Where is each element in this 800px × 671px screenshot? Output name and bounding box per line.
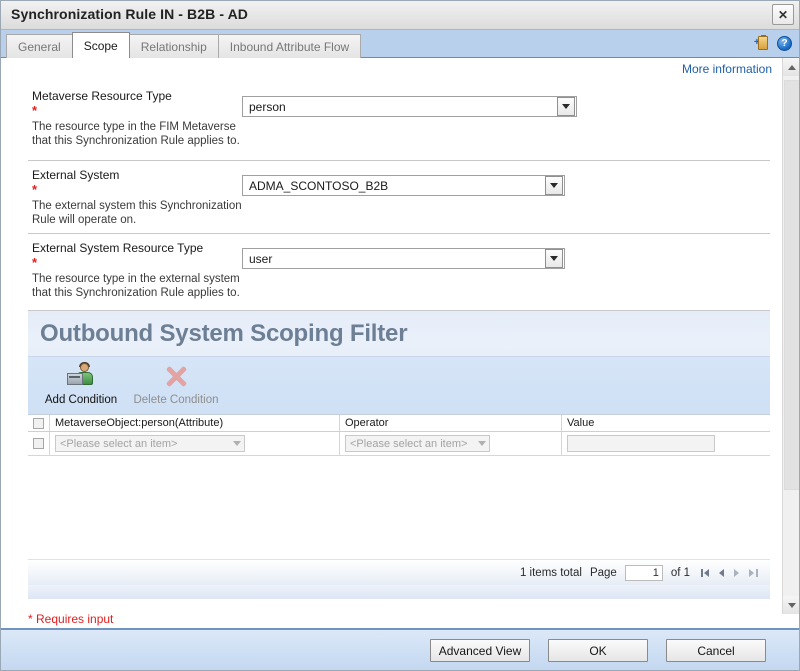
more-information-link[interactable]: More information <box>682 62 772 76</box>
required-marker: * <box>32 257 243 269</box>
grid-header-row: MetaverseObject:person(Attribute) Operat… <box>28 415 770 432</box>
operator-select-value: <Please select an item> <box>346 438 475 450</box>
field-description: The external system this Synchronization… <box>32 199 243 227</box>
field-row-external-system-resource-type: External System Resource Type * The reso… <box>28 234 770 311</box>
tab-scope[interactable]: Scope <box>72 32 130 58</box>
field-row-metaverse-resource-type: Metaverse Resource Type * The resource t… <box>28 82 770 161</box>
requires-input-note: * Requires input <box>28 612 113 626</box>
required-marker: * <box>32 184 243 196</box>
column-header-operator[interactable]: Operator <box>340 415 562 431</box>
cell-attribute: <Please select an item> <box>50 432 340 455</box>
required-marker: * <box>32 105 243 117</box>
items-total-label: 1 items total <box>520 567 582 579</box>
field-left: External System * The external system th… <box>28 161 243 236</box>
row-checkbox[interactable] <box>33 438 44 449</box>
last-page-icon[interactable] <box>746 567 758 579</box>
close-icon[interactable]: ✕ <box>772 4 794 25</box>
ok-button[interactable]: OK <box>548 639 648 662</box>
delete-condition-label: Delete Condition <box>126 394 226 406</box>
scrollbar-thumb[interactable] <box>784 80 800 490</box>
delete-condition-icon <box>126 361 226 391</box>
content-pane: More information Metaverse Resource Type… <box>0 58 782 614</box>
select-value: ADMA_SCONTOSO_B2B <box>243 179 545 193</box>
chevron-down-icon[interactable] <box>545 249 563 268</box>
page-of-label: of 1 <box>671 567 690 579</box>
page-number-input[interactable]: 1 <box>625 565 663 581</box>
field-row-external-system: External System * The external system th… <box>28 161 770 234</box>
attribute-select-value: <Please select an item> <box>56 438 230 450</box>
select-value: user <box>243 252 545 266</box>
field-description: The resource type in the FIM Metaverse t… <box>32 120 243 148</box>
column-header-attribute[interactable]: MetaverseObject:person(Attribute) <box>50 415 340 431</box>
external-system-select[interactable]: ADMA_SCONTOSO_B2B <box>242 175 565 196</box>
conditions-grid: MetaverseObject:person(Attribute) Operat… <box>28 414 770 599</box>
select-all-checkbox[interactable] <box>33 418 44 429</box>
field-left: External System Resource Type * The reso… <box>28 234 243 309</box>
advanced-view-button[interactable]: Advanced View <box>430 639 530 662</box>
scoping-filter-title: Outbound System Scoping Filter <box>40 320 407 348</box>
operator-select[interactable]: <Please select an item> <box>345 435 490 452</box>
board-glyph <box>758 36 768 50</box>
previous-page-icon[interactable] <box>716 567 728 579</box>
chevron-down-icon[interactable] <box>545 176 563 195</box>
cell-operator: <Please select an item> <box>340 432 562 455</box>
next-page-icon[interactable] <box>731 567 743 579</box>
delete-condition-button[interactable]: Delete Condition <box>126 361 226 406</box>
column-header-value[interactable]: Value <box>562 415 769 431</box>
tab-inbound-attribute-flow[interactable]: Inbound Attribute Flow <box>218 34 361 58</box>
grid-pagination: 1 items total Page 1 of 1 <box>28 559 770 585</box>
scoping-filter-section: Outbound System Scoping Filter Add Condi… <box>28 311 770 599</box>
cancel-button[interactable]: Cancel <box>666 639 766 662</box>
cell-value <box>562 432 769 455</box>
form-area: Metaverse Resource Type * The resource t… <box>0 82 782 311</box>
chevron-down-icon[interactable] <box>557 97 575 116</box>
first-page-icon[interactable] <box>701 567 713 579</box>
clipped-toolbar-text: — — — —— <box>108 594 172 599</box>
select-value: person <box>243 100 557 114</box>
help-icon[interactable]: ? <box>777 36 792 51</box>
scroll-up-icon[interactable] <box>783 58 800 76</box>
tab-strip-actions: + ? <box>754 35 792 51</box>
table-row: <Please select an item> <Please select a… <box>28 432 770 456</box>
row-select-cell <box>28 432 50 455</box>
value-input[interactable] <box>567 435 715 452</box>
field-description: The resource type in the external system… <box>32 272 243 300</box>
page-label: Page <box>590 567 617 579</box>
scoping-filter-header: Outbound System Scoping Filter <box>28 311 770 357</box>
scoping-filter-toolbar: Add Condition Delete Condition <box>28 357 770 414</box>
field-label: External System Resource Type <box>32 241 243 256</box>
add-condition-button[interactable]: Add Condition <box>36 361 126 406</box>
tab-general[interactable]: General <box>6 34 73 58</box>
add-clipboard-icon[interactable]: + <box>754 35 770 51</box>
chevron-down-icon[interactable] <box>475 441 489 446</box>
scroll-down-icon[interactable] <box>783 596 800 614</box>
add-condition-icon <box>36 361 126 391</box>
vertical-scrollbar[interactable] <box>782 58 800 614</box>
attribute-select[interactable]: <Please select an item> <box>55 435 245 452</box>
external-system-resource-type-select[interactable]: user <box>242 248 565 269</box>
field-label: External System <box>32 168 243 183</box>
grid-empty-body <box>28 456 770 559</box>
tab-strip: General Scope Relationship Inbound Attri… <box>0 30 800 58</box>
dialog-window: Synchronization Rule IN - B2B - AD ✕ Gen… <box>0 0 800 671</box>
tab-relationship[interactable]: Relationship <box>129 34 219 58</box>
tab-list: General Scope Relationship Inbound Attri… <box>6 32 360 58</box>
metaverse-resource-type-select[interactable]: person <box>242 96 577 117</box>
window-title: Synchronization Rule IN - B2B - AD <box>11 6 248 22</box>
clipped-toolbar-strip: — — — —— <box>28 585 770 599</box>
title-bar: Synchronization Rule IN - B2B - AD ✕ <box>0 0 800 30</box>
dialog-footer: Advanced View OK Cancel <box>0 628 800 671</box>
field-left: Metaverse Resource Type * The resource t… <box>28 82 243 157</box>
add-condition-label: Add Condition <box>36 394 126 406</box>
chevron-down-icon[interactable] <box>230 441 244 446</box>
select-all-cell <box>28 415 50 431</box>
field-label: Metaverse Resource Type <box>32 89 243 104</box>
pager-controls <box>701 567 758 579</box>
